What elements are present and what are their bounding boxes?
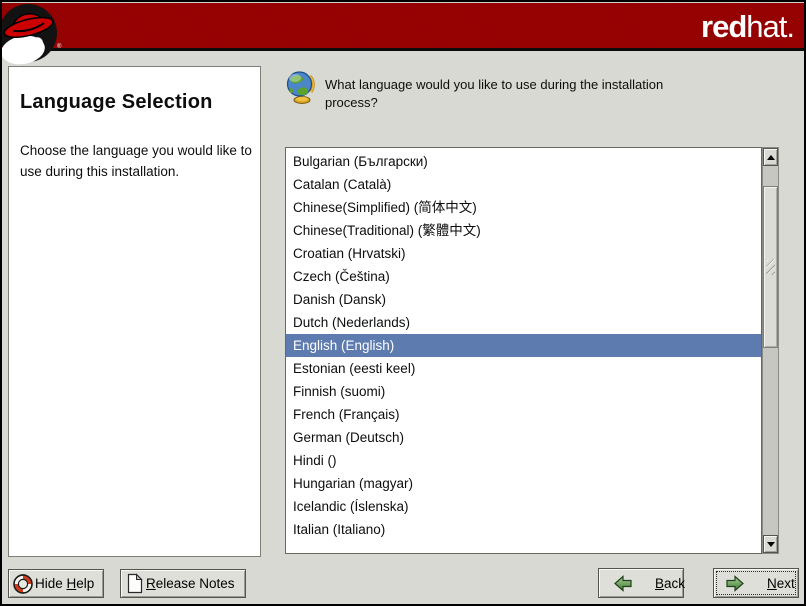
page-title: Language Selection: [20, 91, 248, 114]
scrollbar-thumb[interactable]: [763, 186, 778, 348]
next-button[interactable]: Next: [713, 568, 799, 598]
arrow-left-icon: [613, 575, 633, 592]
next-label: Next: [767, 576, 795, 591]
lifebuoy-icon: [12, 573, 34, 595]
list-scrollbar[interactable]: [762, 147, 779, 554]
list-item[interactable]: Estonian (eesti keel): [286, 357, 761, 380]
redhat-shadowman-logo-icon: ®: [2, 3, 66, 67]
back-button[interactable]: Back: [598, 568, 684, 598]
wordmark-hat: hat.: [746, 9, 794, 44]
document-icon: [126, 573, 144, 594]
scroll-down-icon: [767, 542, 775, 547]
list-item[interactable]: Dutch (Nederlands): [286, 311, 761, 334]
release-notes-label: Release Notes: [146, 576, 235, 591]
installer-window: redhat. ® Language Selection Choose the …: [0, 0, 806, 606]
release-notes-button[interactable]: Release Notes: [120, 569, 246, 598]
back-label: Back: [655, 576, 685, 591]
list-item[interactable]: Chinese(Traditional) (繁體中文): [286, 219, 761, 242]
question-row: What language would you like to use duri…: [286, 70, 693, 112]
list-item[interactable]: Danish (Dansk): [286, 288, 761, 311]
hide-help-label: Hide Help: [35, 576, 94, 591]
language-list[interactable]: Bulgarian (Български) Catalan (Català) C…: [285, 147, 762, 554]
list-item[interactable]: Finnish (suomi): [286, 380, 761, 403]
list-item[interactable]: Chinese(Simplified) (简体中文): [286, 196, 761, 219]
registered-mark: ®: [57, 43, 62, 50]
hide-help-button[interactable]: Hide Help: [8, 569, 104, 598]
list-item[interactable]: Czech (Čeština): [286, 265, 761, 288]
list-item[interactable]: Hungarian (magyar): [286, 472, 761, 495]
list-item[interactable]: German (Deutsch): [286, 426, 761, 449]
list-item[interactable]: Croatian (Hrvatski): [286, 242, 761, 265]
help-panel: Language Selection Choose the language y…: [8, 66, 261, 557]
scroll-down-button[interactable]: [763, 535, 778, 553]
help-text: Choose the language you would like to us…: [20, 140, 254, 182]
list-item[interactable]: Hindi (): [286, 449, 761, 472]
list-item[interactable]: Icelandic (Íslenska): [286, 495, 761, 518]
redhat-wordmark: redhat.: [701, 9, 794, 45]
wordmark-red: red: [701, 9, 746, 44]
list-item[interactable]: Catalan (Català): [286, 173, 761, 196]
title-banner: redhat.: [2, 2, 804, 51]
list-item[interactable]: Bulgarian (Български): [286, 150, 761, 173]
list-item[interactable]: Italian (Italiano): [286, 518, 761, 541]
question-text: What language would you like to use duri…: [325, 70, 693, 112]
arrow-right-icon: [725, 575, 745, 592]
list-item-selected[interactable]: English (English): [286, 334, 761, 357]
list-item[interactable]: French (Français): [286, 403, 761, 426]
scroll-up-button[interactable]: [763, 148, 778, 166]
scroll-up-icon: [767, 155, 775, 160]
globe-icon: [286, 70, 316, 104]
